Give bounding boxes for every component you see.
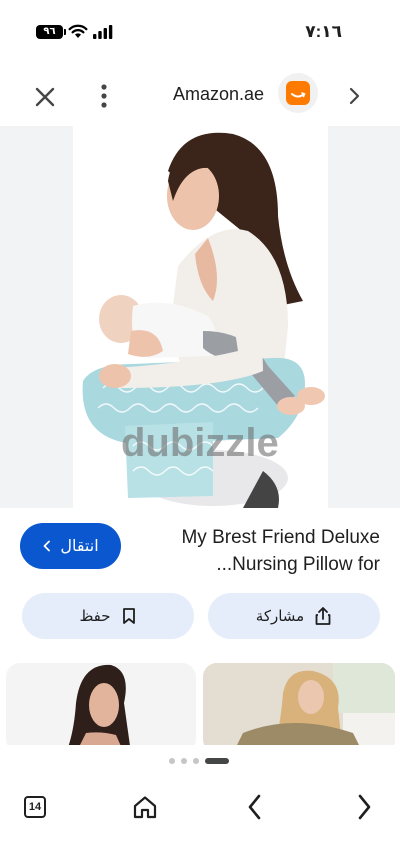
tabs-button[interactable]: 14 <box>18 790 52 824</box>
page-dot-active <box>205 758 229 764</box>
product-image[interactable]: dubizzle <box>73 126 328 508</box>
amazon-smile-icon <box>291 92 306 98</box>
product-title-line-2: ...Nursing Pillow for <box>216 554 380 575</box>
forward-button[interactable] <box>347 790 381 824</box>
status-bar: ٩٦ ٧:١٦ <box>0 0 400 64</box>
related-image-1-illustration <box>68 664 130 745</box>
browser-bottom-nav: 14 <box>0 776 400 866</box>
chevron-right-icon[interactable] <box>344 84 364 108</box>
amazon-logo-icon[interactable] <box>278 73 318 113</box>
chevron-left-icon <box>43 540 51 552</box>
related-image-2-illustration <box>203 663 395 745</box>
visit-button-label: انتقال <box>60 538 99 555</box>
status-time: ٧:١٦ <box>305 22 342 41</box>
product-title-row: انتقال My Brest Friend Deluxe ...Nursing… <box>0 508 400 594</box>
tab-count: 14 <box>24 796 46 818</box>
page-dot <box>193 758 199 764</box>
watermark-text: dubizzle <box>121 421 279 465</box>
product-title[interactable]: My Brest Friend Deluxe ...Nursing Pillow… <box>140 524 380 578</box>
visit-button[interactable]: انتقال <box>20 523 121 569</box>
arrow-back-icon <box>248 794 261 820</box>
cellular-signal-icon <box>93 25 113 39</box>
image-preview-area: dubizzle <box>0 126 400 508</box>
share-icon <box>315 607 331 625</box>
home-button[interactable] <box>128 790 162 824</box>
close-icon[interactable] <box>30 82 60 112</box>
page-dot <box>169 758 175 764</box>
share-button-label: مشاركة <box>255 608 305 625</box>
result-header: Amazon.ae <box>0 64 400 126</box>
site-name[interactable]: Amazon.ae <box>173 84 264 105</box>
arrow-forward-icon <box>358 794 371 820</box>
nursing-pillow-photo-illustration: dubizzle <box>82 132 325 508</box>
product-title-line-1: My Brest Friend Deluxe <box>181 527 380 548</box>
home-icon <box>133 796 157 819</box>
google-lens-result-page: ٩٦ ٧:١٦ Amazon.ae dubizzle انتقال My Bre… <box>0 0 400 866</box>
related-image-thumbnail[interactable] <box>203 663 395 745</box>
share-button[interactable]: مشاركة <box>208 593 380 639</box>
battery-icon: ٩٦ <box>36 25 66 39</box>
page-dot <box>181 758 187 764</box>
related-images <box>0 663 400 745</box>
save-button[interactable]: حفظ <box>22 593 194 639</box>
carousel-page-indicator <box>0 758 400 766</box>
back-button[interactable] <box>238 790 272 824</box>
save-button-label: حفظ <box>79 608 111 625</box>
bookmark-icon <box>122 608 135 624</box>
more-options-icon[interactable] <box>94 81 114 111</box>
wifi-icon <box>68 24 88 38</box>
related-image-thumbnail[interactable] <box>6 663 196 745</box>
